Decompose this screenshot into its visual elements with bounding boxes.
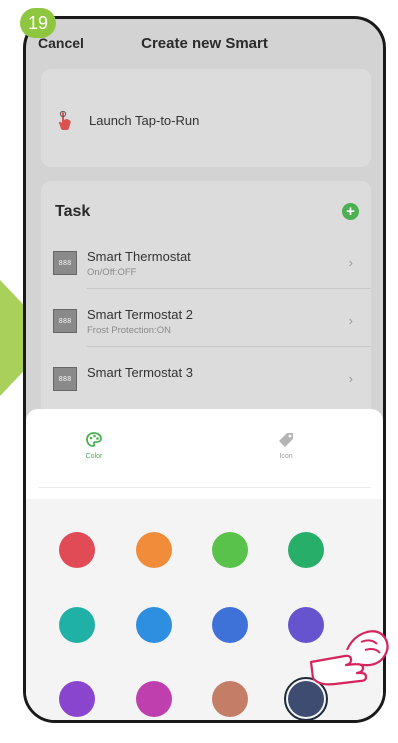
plus-icon: + — [346, 203, 355, 220]
color-swatch[interactable] — [288, 532, 324, 568]
task-item-name: Smart Thermostat — [87, 249, 191, 264]
step-number-badge: 19 — [20, 8, 56, 38]
task-item-name: Smart Termostat 2 — [87, 307, 193, 322]
task-title: Task — [55, 203, 91, 220]
color-swatch[interactable] — [136, 681, 172, 717]
color-swatch[interactable] — [212, 532, 248, 568]
color-swatch[interactable] — [136, 532, 172, 568]
thermostat-device-icon: 888 — [53, 251, 77, 275]
thermostat-device-icon: 888 — [53, 367, 77, 391]
task-item-subtitle: On/Off:OFF — [87, 267, 137, 278]
tap-hand-icon — [58, 111, 71, 130]
chevron-right-icon: › — [348, 371, 353, 386]
launch-tap-to-run-card[interactable]: Launch Tap-to-Run — [41, 69, 371, 167]
add-task-button[interactable]: + — [342, 203, 359, 220]
palette-icon — [86, 432, 102, 447]
pointing-hand-icon — [309, 630, 389, 686]
tab-label: Color — [85, 453, 103, 460]
task-item-name: Smart Termostat 3 — [87, 365, 193, 380]
chevron-right-icon: › — [348, 255, 353, 270]
task-item-smart-termostat-2[interactable]: 888 Smart Termostat 2 Frost Protection:O… — [41, 289, 371, 347]
tab-color[interactable]: Color — [54, 429, 134, 460]
sheet-divider — [38, 487, 371, 488]
color-swatch[interactable] — [212, 681, 248, 717]
header-bar: Cancel Create new Smart — [26, 19, 383, 67]
task-item-smart-thermostat[interactable]: 888 Smart Thermostat On/Off:OFF › — [41, 231, 371, 289]
chevron-right-icon: › — [348, 313, 353, 328]
color-swatch[interactable] — [59, 607, 95, 643]
tag-icon — [279, 433, 293, 447]
tab-icon[interactable]: Icon — [246, 429, 326, 460]
color-swatch[interactable] — [59, 681, 95, 717]
phone-frame: Cancel Create new Smart Launch Tap-to-Ru… — [23, 16, 386, 723]
launch-label: Launch Tap-to-Run — [89, 113, 200, 128]
color-swatch[interactable] — [136, 607, 172, 643]
color-swatch[interactable] — [59, 532, 95, 568]
thermostat-device-icon: 888 — [53, 309, 77, 333]
task-item-subtitle: Frost Protection:ON — [87, 325, 171, 336]
task-item-smart-termostat-3[interactable]: 888 Smart Termostat 3 › — [41, 347, 371, 405]
tab-label: Icon — [279, 453, 293, 460]
page-title: Create new Smart — [141, 35, 268, 52]
color-swatch[interactable] — [212, 607, 248, 643]
task-card: Task + 888 Smart Thermostat On/Off:OFF ›… — [41, 181, 371, 421]
